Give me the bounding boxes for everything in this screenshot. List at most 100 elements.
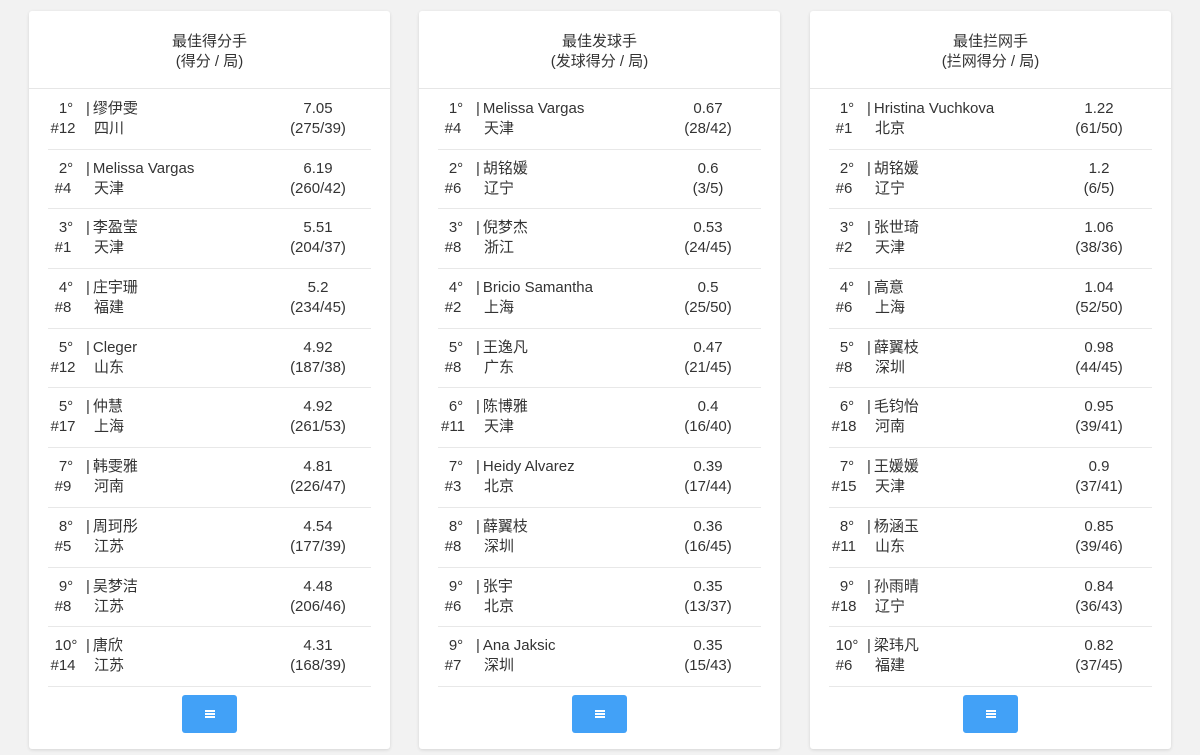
panel-best-server: 最佳发球手 (发球得分 / 局) 1° #4 | Melissa Vargas 天津 0.… [419, 11, 780, 749]
player-name-cell: | 梁玮凡 [867, 636, 919, 656]
stat-value: 0.35 [693, 637, 723, 655]
player-name: Hristina Vuchkova [873, 100, 995, 117]
stat-ratio: (52/50) [1075, 299, 1123, 317]
player-name-cell: | 毛钧怡 [867, 397, 919, 417]
player-number: #8 [444, 358, 462, 376]
player-name-cell: | Ana Jaksic [476, 636, 555, 656]
separator: | [867, 637, 871, 655]
player-team: 福建 [875, 657, 906, 675]
player-rank: 9° [448, 577, 464, 595]
list-item: 2° #6 | 胡铭媛 辽宁 1.2 (6/5) [829, 150, 1152, 210]
player-rank: 2° [58, 159, 74, 177]
separator: | [476, 338, 480, 356]
player-name: 韩雯雅 [92, 458, 138, 476]
player-name: 缪伊雯 [92, 100, 138, 117]
player-name: 孙雨晴 [873, 577, 919, 595]
player-name: 毛钧怡 [873, 398, 919, 416]
stat-ratio: (39/46) [1075, 537, 1123, 555]
stat-value: 1.06 [1084, 219, 1114, 237]
player-number: #8 [54, 597, 72, 615]
list-item: 3° #1 | 李盈莹 天津 5.51 (204/37) [48, 209, 371, 270]
player-rank: 3° [58, 219, 74, 237]
stat-value: 0.5 [697, 279, 719, 297]
list-item: 9° #6 | 张宇 北京 0.35 (13/37) [438, 568, 761, 628]
stat-ratio: (16/45) [684, 537, 732, 555]
stat-value: 1.2 [1088, 159, 1110, 177]
separator: | [867, 338, 871, 356]
list-item: 4° #8 | 庄宇珊 福建 5.2 (234/45) [48, 269, 371, 329]
player-rank: 9° [58, 577, 74, 595]
menu-button[interactable] [963, 695, 1018, 733]
separator: | [86, 279, 90, 297]
player-rank: 2° [448, 159, 464, 177]
stat-value: 4.31 [303, 637, 333, 655]
player-name: 张宇 [482, 577, 513, 595]
player-number: #18 [831, 418, 857, 436]
player-number: #12 [50, 358, 76, 376]
player-number: #6 [444, 597, 462, 615]
list-item: 8° #8 | 薛翼枝 深圳 0.36 (16/45) [438, 508, 761, 568]
stat-ratio: (226/47) [290, 478, 346, 496]
player-number: #6 [835, 179, 853, 197]
player-name: 薛翼枝 [873, 338, 919, 356]
stat-value: 0.4 [697, 398, 719, 416]
stat-value: 1.04 [1084, 279, 1114, 297]
player-name: 庄宇珊 [92, 279, 138, 297]
player-rank: 6° [448, 398, 464, 416]
player-name: 张世琦 [873, 219, 919, 237]
stat-ratio: (44/45) [1075, 358, 1123, 376]
player-rank: 10° [835, 637, 859, 655]
separator: | [476, 100, 480, 117]
player-number: #4 [444, 120, 462, 137]
player-rank: 4° [58, 279, 74, 297]
player-list: 1° #4 | Melissa Vargas 天津 0.67 (28/42) 2° #6 | 胡铭媛… [438, 90, 761, 687]
player-number: #3 [444, 478, 462, 496]
stat-value: 5.51 [303, 219, 333, 237]
player-team: 河南 [875, 418, 906, 436]
menu-button[interactable] [182, 695, 237, 733]
player-name: 倪梦杰 [482, 219, 528, 237]
player-name-cell: | 王媛媛 [867, 457, 919, 477]
player-name: 梁玮凡 [873, 637, 919, 655]
stat-ratio: (61/50) [1075, 120, 1123, 137]
player-name-cell: | 吴梦洁 [86, 577, 138, 597]
player-name-cell: | Melissa Vargas [86, 159, 194, 179]
stat-value: 0.53 [693, 219, 723, 237]
player-number: #18 [831, 597, 857, 615]
stat-value: 0.36 [693, 517, 723, 535]
player-team: 辽宁 [875, 179, 906, 197]
menu-icon [985, 710, 996, 718]
stat-ratio: (261/53) [290, 418, 346, 436]
stat-value: 4.81 [303, 458, 333, 476]
player-number: #2 [835, 239, 853, 257]
stat-ratio: (17/44) [684, 478, 732, 496]
panel-subtitle: (拦网得分 / 局) [941, 53, 1040, 70]
separator: | [86, 577, 90, 595]
stat-value: 0.67 [693, 100, 723, 117]
player-number: #8 [835, 358, 853, 376]
list-item: 5° #8 | 王逸凡 广东 0.47 (21/45) [438, 329, 761, 389]
stat-ratio: (21/45) [684, 358, 732, 376]
stat-value: 7.05 [303, 100, 333, 117]
player-team: 北京 [484, 478, 515, 496]
separator: | [86, 159, 90, 177]
list-item: 7° #15 | 王媛媛 天津 0.9 (37/41) [829, 448, 1152, 508]
player-rank: 7° [448, 458, 464, 476]
menu-button[interactable] [572, 695, 627, 733]
player-team: 天津 [484, 418, 515, 436]
list-item: 10° #6 | 梁玮凡 福建 0.82 (37/45) [829, 627, 1152, 687]
player-name: 高意 [873, 279, 904, 297]
stat-ratio: (25/50) [684, 299, 732, 317]
player-name: 陈博雅 [482, 398, 528, 416]
player-name: 唐欣 [92, 637, 123, 655]
list-item: 7° #9 | 韩雯雅 河南 4.81 (226/47) [48, 448, 371, 508]
list-item: 1° #1 | Hristina Vuchkova 北京 1.22 (61/50) [829, 90, 1152, 150]
player-team: 辽宁 [875, 597, 906, 615]
list-item: 9° #8 | 吴梦洁 江苏 4.48 (206/46) [48, 568, 371, 628]
player-rank: 8° [448, 517, 464, 535]
player-team: 江苏 [94, 657, 125, 675]
player-name-cell: | 庄宇珊 [86, 278, 138, 298]
panel-title: 最佳得分手 [171, 33, 247, 50]
player-rank: 5° [839, 338, 855, 356]
separator: | [476, 637, 480, 655]
